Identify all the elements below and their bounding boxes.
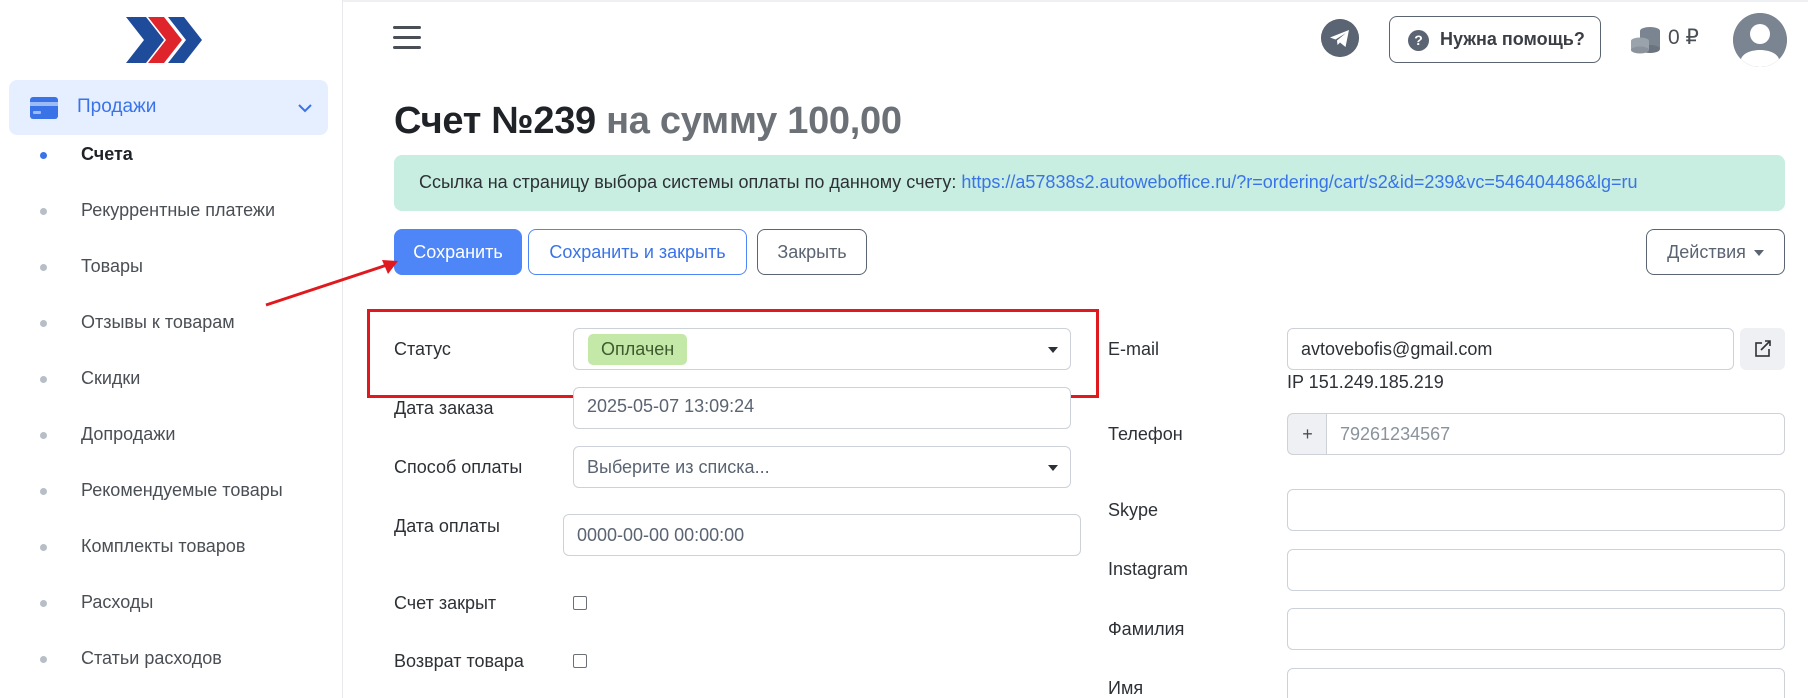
top-divider xyxy=(343,0,1808,2)
sidebar-item-expense-items[interactable]: Статьи расходов xyxy=(0,639,343,679)
instagram-field[interactable] xyxy=(1287,549,1785,591)
firstname-field[interactable] xyxy=(1287,668,1785,698)
sidebar-item-recurring-payments[interactable]: Рекуррентные платежи xyxy=(0,191,343,231)
close-button[interactable]: Закрыть xyxy=(757,229,867,275)
bullet-icon xyxy=(40,264,47,271)
invoice-closed-label: Счет закрыт xyxy=(394,593,497,613)
save-button[interactable]: Сохранить xyxy=(394,229,522,275)
caret-down-icon xyxy=(1048,465,1058,471)
sidebar-item-discounts[interactable]: Скидки xyxy=(0,359,343,399)
sidebar-item-label: Комплекты товаров xyxy=(81,536,246,556)
bullet-icon xyxy=(40,544,47,551)
phone-field[interactable]: 79261234567 xyxy=(1326,413,1785,455)
skype-field[interactable] xyxy=(1287,489,1785,531)
sidebar-item-recommended-products[interactable]: Рекомендуемые товары xyxy=(0,471,343,511)
email-field[interactable]: avtovebofis@gmail.com xyxy=(1287,328,1734,370)
bullet-icon xyxy=(40,152,47,159)
sidebar-item-label: Рекомендуемые товары xyxy=(81,480,283,500)
sidebar-section-sales[interactable]: Продажи xyxy=(9,80,328,135)
payment-link-text: Ссылка на страницу выбора системы оплаты… xyxy=(419,172,957,192)
payment-method-label: Способ оплаты xyxy=(394,457,523,477)
chevron-down-icon[interactable] xyxy=(297,100,313,116)
sidebar-item-label: Допродажи xyxy=(81,424,176,444)
logo-icon[interactable] xyxy=(124,15,204,65)
balance-amount: 0 ₽ xyxy=(1668,26,1699,49)
invoice-closed-checkbox[interactable] xyxy=(573,596,587,610)
annotation-highlight-box xyxy=(367,309,1099,398)
avatar[interactable] xyxy=(1733,13,1787,67)
sidebar-item-label: Расходы xyxy=(81,592,154,612)
credit-card-icon xyxy=(30,97,58,119)
caret-down-icon xyxy=(1753,250,1764,257)
phone-prefix: + xyxy=(1287,413,1327,455)
instagram-label: Instagram xyxy=(1108,559,1189,579)
sidebar-item-label: Статьи расходов xyxy=(81,648,222,668)
save-and-close-button[interactable]: Сохранить и закрыть xyxy=(528,229,747,275)
sidebar-item-label: Товары xyxy=(81,256,143,276)
sidebar-item-label: Счета xyxy=(81,144,133,164)
payment-method-placeholder: Выберите из списка... xyxy=(587,457,770,477)
email-value: avtovebofis@gmail.com xyxy=(1301,339,1493,359)
sidebar-item-label: Рекуррентные платежи xyxy=(81,200,276,220)
telegram-icon[interactable] xyxy=(1321,19,1359,57)
payment-link-alert: Ссылка на страницу выбора системы оплаты… xyxy=(394,155,1785,211)
actions-label: Действия xyxy=(1667,242,1746,262)
payment-link[interactable]: https://a57838s2.autoweboffice.ru/?r=ord… xyxy=(961,172,1637,192)
firstname-label: Имя xyxy=(1108,678,1144,698)
bullet-icon xyxy=(40,488,47,495)
sidebar: Продажи Счета Рекуррентные платежи Товар… xyxy=(0,0,343,698)
invoice-number: Счет №239 xyxy=(394,100,596,142)
product-return-checkbox[interactable] xyxy=(573,654,587,668)
bullet-icon xyxy=(40,600,47,607)
coins-icon xyxy=(1631,27,1660,54)
actions-dropdown[interactable]: Действия xyxy=(1646,229,1785,275)
page-title: Счет №239 на сумму 100,00 xyxy=(394,100,902,143)
order-date-value: 2025-05-07 13:09:24 xyxy=(587,396,755,416)
bullet-icon xyxy=(40,656,47,663)
sidebar-item-invoices[interactable]: Счета xyxy=(0,135,343,175)
payment-method-select[interactable]: Выберите из списка... xyxy=(573,446,1071,488)
help-button-label: Нужна помощь? xyxy=(1440,29,1585,49)
open-email-button[interactable] xyxy=(1740,328,1785,370)
phone-placeholder: 79261234567 xyxy=(1340,424,1451,444)
sidebar-section-label: Продажи xyxy=(77,96,157,117)
sidebar-item-label: Отзывы к товарам xyxy=(81,312,235,332)
payment-date-field[interactable]: 0000-00-00 00:00:00 xyxy=(563,514,1081,556)
order-date-field[interactable]: 2025-05-07 13:09:24 xyxy=(573,387,1071,429)
user-icon xyxy=(1733,13,1787,67)
skype-label: Skype xyxy=(1108,500,1159,520)
external-link-icon xyxy=(1755,340,1771,357)
bullet-icon xyxy=(40,208,47,215)
annotation-arrow xyxy=(265,260,398,307)
product-return-label: Возврат товара xyxy=(394,651,524,671)
order-date-label: Дата заказа xyxy=(394,398,494,418)
payment-date-value: 0000-00-00 00:00:00 xyxy=(577,525,745,545)
bullet-icon xyxy=(40,376,47,383)
bullet-icon xyxy=(40,432,47,439)
sidebar-item-label: Скидки xyxy=(81,368,141,388)
sidebar-item-expenses[interactable]: Расходы xyxy=(0,583,343,623)
invoice-amount: на сумму 100,00 xyxy=(606,100,902,142)
menu-icon[interactable] xyxy=(393,26,421,52)
bullet-icon xyxy=(40,320,47,327)
sidebar-item-upsells[interactable]: Допродажи xyxy=(0,415,343,455)
lastname-field[interactable] xyxy=(1287,608,1785,650)
ip-address: IP 151.249.185.219 xyxy=(1287,372,1444,392)
email-label: E-mail xyxy=(1108,339,1160,359)
help-button[interactable]: ? Нужна помощь? xyxy=(1389,16,1601,63)
payment-date-label: Дата оплаты xyxy=(394,516,500,536)
lastname-label: Фамилия xyxy=(1108,619,1185,639)
question-icon: ? xyxy=(1408,30,1429,51)
sidebar-item-product-bundles[interactable]: Комплекты товаров xyxy=(0,527,343,567)
phone-label: Телефон xyxy=(1108,424,1183,444)
